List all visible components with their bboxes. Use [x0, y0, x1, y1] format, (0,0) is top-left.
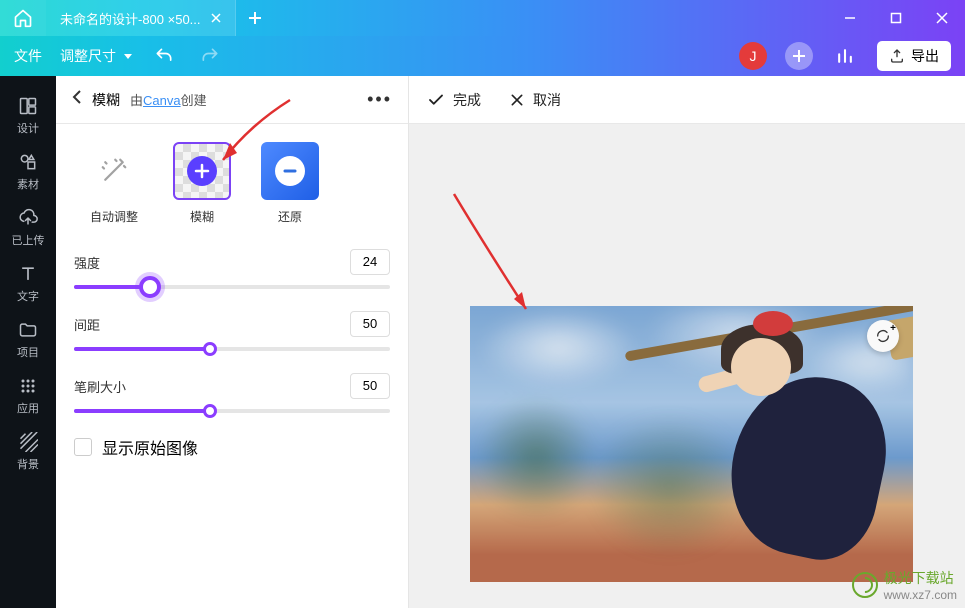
- wand-icon: [85, 142, 143, 200]
- plus-icon: [187, 156, 217, 186]
- home-button[interactable]: [0, 0, 46, 36]
- minus-icon: [275, 156, 305, 186]
- sidebar-item-background[interactable]: 背景: [0, 424, 56, 480]
- brush-slider-row: 笔刷大小 50: [74, 373, 390, 413]
- undo-button[interactable]: [150, 42, 178, 70]
- watermark-logo: [852, 572, 878, 598]
- brush-slider[interactable]: [74, 409, 390, 413]
- maximize-button[interactable]: [873, 0, 919, 36]
- spacing-slider-row: 间距 50: [74, 311, 390, 351]
- blur-panel: 模糊 由Canva创建 ••• 自动调整 模糊: [56, 76, 409, 608]
- spacing-value[interactable]: 50: [350, 311, 390, 337]
- watermark: 极光下载站 www.xz7.com: [852, 568, 957, 602]
- export-icon: [889, 48, 905, 64]
- close-tab-icon[interactable]: [211, 11, 221, 26]
- show-original-checkbox[interactable]: [74, 438, 92, 456]
- close-window-button[interactable]: [919, 0, 965, 36]
- restore-card[interactable]: 还原: [256, 142, 324, 225]
- canvas-area: 完成 取消 +: [409, 76, 965, 608]
- annotation-arrow: [444, 184, 544, 324]
- done-button[interactable]: 完成: [427, 90, 481, 110]
- back-button[interactable]: [72, 90, 82, 109]
- brush-value[interactable]: 50: [350, 373, 390, 399]
- minimize-button[interactable]: [827, 0, 873, 36]
- intensity-slider[interactable]: [74, 285, 390, 289]
- toolbar: 文件 调整尺寸 J 导出: [0, 36, 965, 76]
- refresh-button[interactable]: +: [867, 320, 899, 352]
- resize-menu[interactable]: 调整尺寸: [60, 46, 132, 66]
- left-sidebar: 设计 素材 已上传 文字 项目 应用 背景: [0, 76, 56, 608]
- auto-adjust-card[interactable]: 自动调整: [80, 142, 148, 225]
- new-tab-button[interactable]: [235, 0, 275, 36]
- close-icon: [509, 92, 525, 108]
- more-options-button[interactable]: •••: [367, 89, 392, 110]
- spacing-slider[interactable]: [74, 347, 390, 351]
- titlebar: 未命名的设计-800 ×50...: [0, 0, 965, 36]
- sidebar-item-uploads[interactable]: 已上传: [0, 200, 56, 256]
- sidebar-item-elements[interactable]: 素材: [0, 144, 56, 200]
- cancel-button[interactable]: 取消: [509, 90, 561, 110]
- sidebar-item-apps[interactable]: 应用: [0, 368, 56, 424]
- show-original-checkbox-row[interactable]: 显示原始图像: [74, 435, 390, 459]
- canvas-content[interactable]: +: [409, 124, 965, 608]
- avatar[interactable]: J: [739, 42, 767, 70]
- blur-card[interactable]: 模糊: [168, 142, 236, 225]
- intensity-value[interactable]: 24: [350, 249, 390, 275]
- share-button[interactable]: [785, 42, 813, 70]
- insights-button[interactable]: [831, 42, 859, 70]
- redo-button[interactable]: [196, 42, 224, 70]
- chevron-down-icon: [124, 54, 132, 59]
- export-button[interactable]: 导出: [877, 41, 951, 71]
- document-tab[interactable]: 未命名的设计-800 ×50...: [46, 0, 235, 36]
- canvas-image[interactable]: +: [470, 306, 913, 582]
- sidebar-item-design[interactable]: 设计: [0, 88, 56, 144]
- tab-title: 未命名的设计-800 ×50...: [60, 9, 201, 28]
- panel-title: 模糊: [92, 90, 120, 110]
- sidebar-item-projects[interactable]: 项目: [0, 312, 56, 368]
- panel-subtitle: 由Canva创建: [130, 90, 207, 109]
- intensity-slider-row: 强度 24: [74, 249, 390, 289]
- canva-link[interactable]: Canva: [143, 93, 181, 108]
- file-menu[interactable]: 文件: [14, 46, 42, 66]
- sidebar-item-text[interactable]: 文字: [0, 256, 56, 312]
- check-icon: [427, 91, 445, 109]
